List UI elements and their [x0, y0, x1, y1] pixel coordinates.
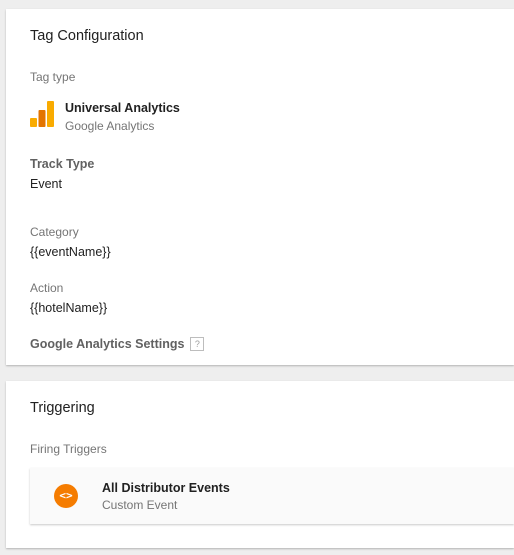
- trigger-type: Custom Event: [102, 498, 178, 512]
- track-type-value: Event: [30, 177, 62, 191]
- tag-configuration-card[interactable]: Tag Configuration Tag type Universal Ana…: [6, 9, 514, 365]
- action-label: Action: [30, 281, 64, 295]
- ga-settings-row: Google Analytics Settings?: [30, 337, 205, 351]
- tag-type-label: Tag type: [30, 70, 76, 84]
- custom-event-icon: <>: [54, 484, 78, 508]
- help-icon[interactable]: ?: [190, 337, 205, 351]
- google-analytics-icon: [30, 101, 54, 127]
- triggering-card[interactable]: Triggering Firing Triggers <> All Distri…: [6, 381, 514, 548]
- ga-settings-label: Google Analytics Settings: [30, 337, 185, 351]
- category-value: {{eventName}}: [30, 245, 111, 259]
- track-type-label: Track Type: [30, 157, 95, 171]
- tag-configuration-title: Tag Configuration: [30, 28, 144, 44]
- tag-type-vendor: Google Analytics: [65, 119, 155, 133]
- category-label: Category: [30, 225, 79, 239]
- trigger-item[interactable]: <> All Distributor Events Custom Event: [30, 468, 514, 524]
- firing-triggers-label: Firing Triggers: [30, 442, 107, 456]
- trigger-name: All Distributor Events: [102, 481, 230, 495]
- action-value: {{hotelName}}: [30, 301, 108, 315]
- tag-type-name: Universal Analytics: [65, 101, 180, 115]
- triggering-title: Triggering: [30, 400, 95, 416]
